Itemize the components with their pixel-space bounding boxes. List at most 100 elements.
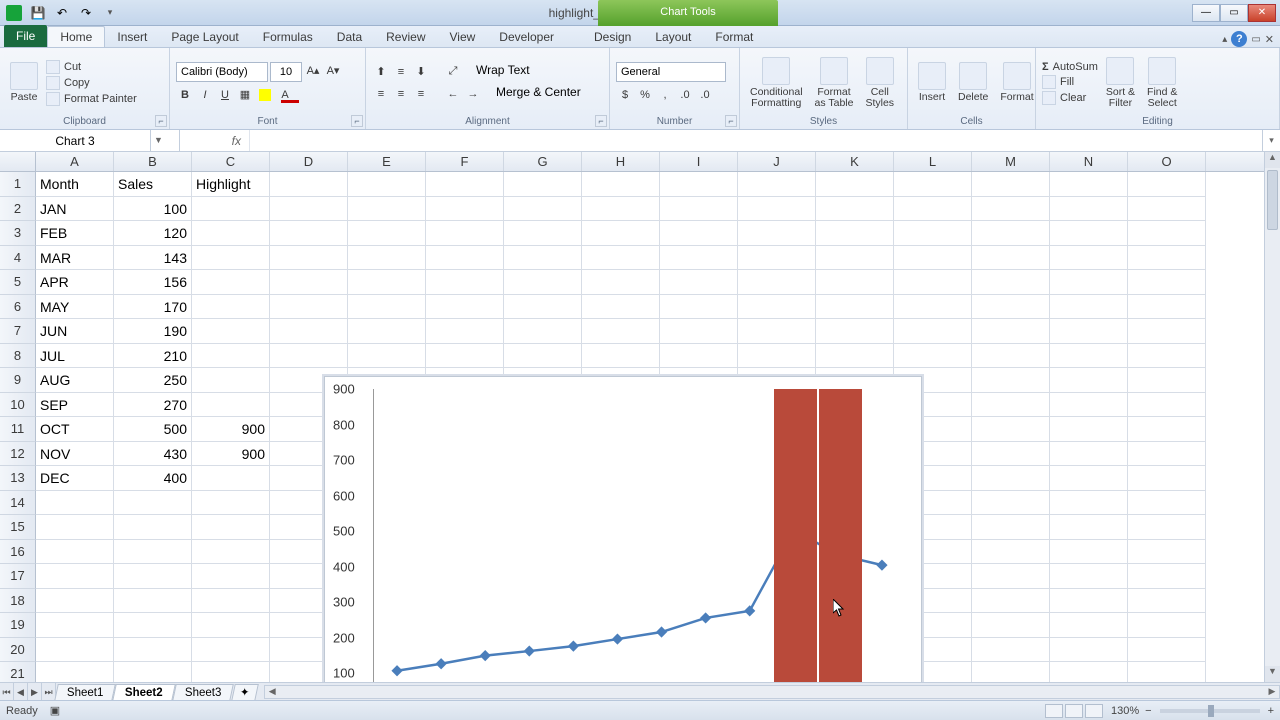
cell[interactable]: [816, 246, 894, 271]
cell[interactable]: [426, 344, 504, 369]
merge-center-button[interactable]: Merge & Center: [496, 85, 581, 103]
window-restore-icon[interactable]: ▭: [1251, 34, 1260, 45]
cell[interactable]: AUG: [36, 368, 114, 393]
autosum-button[interactable]: ΣAutoSum: [1042, 61, 1098, 73]
cell[interactable]: [426, 270, 504, 295]
tab-format[interactable]: Format: [703, 27, 765, 47]
redo-icon[interactable]: ↷: [76, 3, 96, 23]
cell[interactable]: [1050, 491, 1128, 516]
cell[interactable]: [192, 613, 270, 638]
format-cells-button[interactable]: Format: [996, 60, 1037, 105]
cell[interactable]: DEC: [36, 466, 114, 491]
column-header[interactable]: N: [1050, 152, 1128, 171]
tab-data[interactable]: Data: [325, 27, 374, 47]
cell[interactable]: Sales: [114, 172, 192, 197]
row-header[interactable]: 1: [0, 172, 36, 197]
tab-developer[interactable]: Developer: [487, 27, 566, 47]
fx-icon[interactable]: fx: [180, 130, 250, 151]
cell[interactable]: [816, 344, 894, 369]
minimize-ribbon-icon[interactable]: ▴: [1222, 34, 1227, 45]
column-header[interactable]: C: [192, 152, 270, 171]
cell[interactable]: [972, 515, 1050, 540]
tab-design[interactable]: Design: [582, 27, 643, 47]
cell[interactable]: [972, 270, 1050, 295]
cell[interactable]: [1050, 393, 1128, 418]
cell[interactable]: [1050, 172, 1128, 197]
tab-file[interactable]: File: [4, 25, 47, 47]
cell[interactable]: [816, 295, 894, 320]
increase-indent-icon[interactable]: →: [464, 85, 482, 103]
cell[interactable]: [36, 662, 114, 682]
cell[interactable]: [1050, 368, 1128, 393]
tab-home[interactable]: Home: [47, 26, 105, 47]
zoom-in-icon[interactable]: +: [1268, 705, 1274, 717]
cell[interactable]: [1050, 442, 1128, 467]
decrease-font-icon[interactable]: A▾: [324, 62, 342, 80]
font-color-icon[interactable]: A: [276, 86, 294, 104]
vertical-scrollbar[interactable]: ▲ ▼: [1264, 152, 1280, 682]
cell[interactable]: [36, 613, 114, 638]
scroll-up-icon[interactable]: ▲: [1265, 152, 1280, 168]
cell[interactable]: [660, 319, 738, 344]
align-bottom-icon[interactable]: ⬇: [412, 63, 430, 81]
cell[interactable]: [1128, 393, 1206, 418]
cell[interactable]: [972, 295, 1050, 320]
cell[interactable]: [192, 246, 270, 271]
number-format-select[interactable]: [616, 62, 726, 82]
cell[interactable]: [192, 638, 270, 663]
cell[interactable]: [348, 319, 426, 344]
view-page-layout-icon[interactable]: [1065, 704, 1083, 718]
scroll-thumb[interactable]: [1267, 170, 1278, 230]
cell[interactable]: [192, 319, 270, 344]
cell[interactable]: [1050, 197, 1128, 222]
border-icon[interactable]: ▦: [236, 86, 254, 104]
window-close-doc-icon[interactable]: ✕: [1265, 33, 1274, 46]
cell[interactable]: [270, 197, 348, 222]
column-header[interactable]: L: [894, 152, 972, 171]
cell[interactable]: [426, 295, 504, 320]
column-header[interactable]: H: [582, 152, 660, 171]
cell[interactable]: 900: [192, 442, 270, 467]
cell[interactable]: [1050, 466, 1128, 491]
cell[interactable]: [1128, 515, 1206, 540]
cell[interactable]: [1128, 564, 1206, 589]
cell[interactable]: [114, 662, 192, 682]
cell[interactable]: [972, 466, 1050, 491]
cell[interactable]: [972, 540, 1050, 565]
cell[interactable]: [192, 393, 270, 418]
cell[interactable]: [972, 344, 1050, 369]
cell[interactable]: [192, 540, 270, 565]
cell[interactable]: 400: [114, 466, 192, 491]
column-header[interactable]: M: [972, 152, 1050, 171]
cell[interactable]: [738, 295, 816, 320]
cell[interactable]: [738, 246, 816, 271]
minimize-button[interactable]: —: [1192, 4, 1220, 22]
cell[interactable]: [972, 393, 1050, 418]
highlight-bar[interactable]: [774, 389, 817, 682]
cell[interactable]: OCT: [36, 417, 114, 442]
cell[interactable]: [270, 295, 348, 320]
cell[interactable]: [426, 319, 504, 344]
sheet-tab-sheet2[interactable]: Sheet2: [113, 684, 176, 701]
cell[interactable]: [504, 295, 582, 320]
orientation-icon[interactable]: ⤢: [444, 63, 462, 81]
cell[interactable]: [192, 221, 270, 246]
cell[interactable]: [1128, 442, 1206, 467]
formula-input[interactable]: [250, 130, 1262, 151]
cell[interactable]: [192, 662, 270, 682]
hscroll-right-icon[interactable]: ▶: [1265, 686, 1279, 698]
cell[interactable]: [192, 368, 270, 393]
cell[interactable]: 210: [114, 344, 192, 369]
row-header[interactable]: 3: [0, 221, 36, 246]
cell[interactable]: [504, 344, 582, 369]
cell[interactable]: [1050, 319, 1128, 344]
cell[interactable]: [1128, 466, 1206, 491]
column-header[interactable]: K: [816, 152, 894, 171]
cell[interactable]: [816, 172, 894, 197]
cell[interactable]: [972, 246, 1050, 271]
cell[interactable]: [1050, 515, 1128, 540]
cell[interactable]: MAR: [36, 246, 114, 271]
find-select-button[interactable]: Find & Select: [1143, 55, 1181, 111]
horizontal-scrollbar[interactable]: ◀ ▶: [264, 685, 1280, 699]
cell[interactable]: [348, 172, 426, 197]
